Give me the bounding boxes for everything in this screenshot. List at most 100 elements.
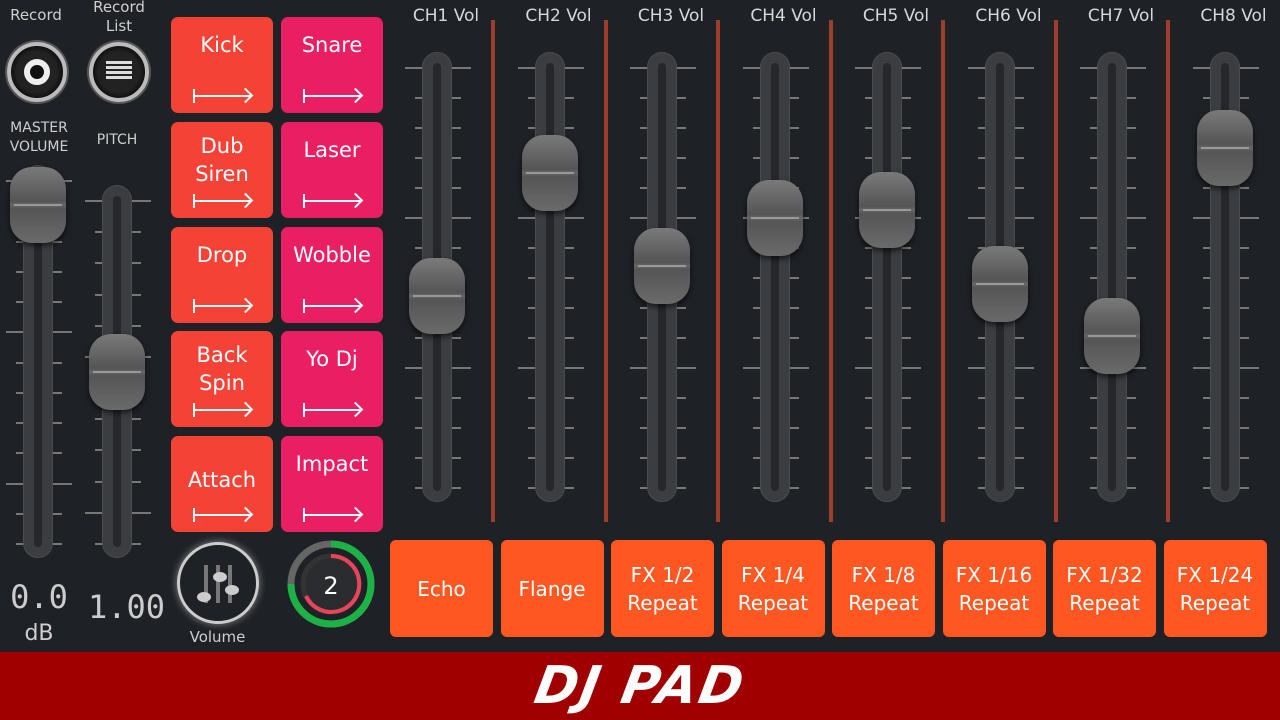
- arrow-right-icon: [193, 194, 251, 208]
- record-list-button[interactable]: [89, 42, 149, 102]
- fader-tick: [786, 367, 809, 369]
- pad-snare[interactable]: Snare: [281, 17, 383, 113]
- fader-tick: [1236, 217, 1259, 219]
- pad-drop[interactable]: Drop: [171, 227, 273, 323]
- fx-button[interactable]: FX 1/2 Repeat: [611, 540, 714, 637]
- master-volume-label: MASTER VOLUME: [9, 120, 69, 155]
- fx-label: FX 1/8 Repeat: [848, 562, 919, 615]
- record-icon: [24, 59, 50, 85]
- fader-knob[interactable]: [746, 179, 803, 256]
- channel-divider: [1166, 20, 1170, 522]
- counter-value: 2: [323, 572, 338, 600]
- arrow-right-icon: [303, 89, 361, 103]
- fader-tick: [1124, 67, 1146, 69]
- pad-label: Impact: [295, 452, 369, 476]
- arrow-right-icon: [303, 508, 361, 522]
- fx-button[interactable]: FX 1/4 Repeat: [721, 540, 825, 637]
- fx-label: FX 1/2 Repeat: [627, 562, 698, 615]
- ch1-volume-fader[interactable]: [387, 52, 487, 502]
- pad-dub-siren[interactable]: Dub Siren: [171, 122, 273, 218]
- fx-button[interactable]: FX 1/24 Repeat: [1163, 540, 1267, 637]
- volume-button[interactable]: [177, 542, 259, 624]
- ch6-volume-fader[interactable]: [950, 52, 1050, 502]
- channel-divider: [603, 20, 608, 522]
- fx-button[interactable]: FX 1/16 Repeat: [942, 540, 1046, 637]
- fader-track: [872, 52, 902, 502]
- fader-tick: [674, 367, 696, 369]
- ch4-volume-fader[interactable]: [725, 52, 825, 502]
- fader-knob[interactable]: [1084, 298, 1140, 375]
- fx-label: FX 1/16 Repeat: [955, 562, 1033, 615]
- dj-pad-logo: DJ PAD: [530, 656, 750, 716]
- channel-divider: [941, 20, 945, 522]
- fader-tick: [129, 200, 151, 202]
- pad-yo-dj[interactable]: Yo Dj: [281, 331, 383, 427]
- arrow-right-icon: [193, 403, 251, 417]
- pad-back-spin[interactable]: Back Spin: [171, 331, 273, 427]
- pad-wobble[interactable]: Wobble: [281, 227, 383, 323]
- volume-label: Volume: [189, 628, 246, 646]
- fader-knob[interactable]: [521, 135, 578, 212]
- channel-label: CH3 Vol: [637, 6, 705, 26]
- fx-button[interactable]: FX 1/32 Repeat: [1053, 540, 1156, 637]
- pad-label: Dub Siren: [195, 134, 249, 186]
- channel-label: CH6 Vol: [975, 6, 1042, 26]
- channel-label: CH1 Vol: [412, 6, 480, 26]
- pad-attach[interactable]: Attach: [171, 436, 273, 532]
- pitch-fader[interactable]: [67, 185, 167, 558]
- pitch-value: 1.00: [88, 588, 166, 626]
- arrow-right-icon: [193, 89, 251, 103]
- fader-tick: [1236, 67, 1259, 69]
- fader-tick: [899, 67, 921, 69]
- arrow-right-icon: [193, 508, 251, 522]
- channel-label: CH7 Vol: [1087, 6, 1155, 26]
- ch5-volume-fader[interactable]: [837, 52, 937, 502]
- pad-label: Yo Dj: [306, 347, 358, 371]
- channel-label: CH8 Vol: [1200, 6, 1267, 26]
- pad-label: Attach: [187, 468, 257, 492]
- ch8-volume-fader[interactable]: [1175, 52, 1275, 502]
- pad-impact[interactable]: Impact: [281, 436, 383, 532]
- fader-knob[interactable]: [409, 257, 465, 334]
- pad-kick[interactable]: Kick: [171, 17, 273, 113]
- fader-knob[interactable]: [971, 246, 1028, 323]
- pad-laser[interactable]: Laser: [281, 122, 383, 218]
- channel-divider: [716, 20, 720, 522]
- channel-label: CH5 Vol: [862, 6, 930, 26]
- fader-tick: [1236, 367, 1259, 369]
- arrow-right-icon: [303, 299, 361, 313]
- master-db-value: 0.0: [10, 578, 68, 616]
- pad-label: Laser: [303, 138, 361, 162]
- fader-knob[interactable]: [10, 167, 66, 243]
- ch3-volume-fader[interactable]: [612, 52, 712, 502]
- ch2-volume-fader[interactable]: [500, 52, 600, 502]
- fader-knob[interactable]: [634, 227, 690, 304]
- fader-tick: [1011, 367, 1034, 369]
- fader-tick: [674, 217, 696, 219]
- pad-label: Kick: [200, 33, 244, 57]
- fader-tick: [129, 511, 151, 514]
- ch7-volume-fader[interactable]: [1062, 52, 1162, 502]
- record-button[interactable]: [7, 42, 67, 102]
- fader-tick: [899, 367, 921, 369]
- channel-label: CH2 Vol: [525, 6, 592, 26]
- fader-knob[interactable]: [1196, 109, 1253, 186]
- fx-label: FX 1/32 Repeat: [1066, 562, 1143, 615]
- fx-button[interactable]: FX 1/8 Repeat: [832, 540, 935, 637]
- fader-tick: [561, 367, 584, 369]
- channel-divider: [828, 20, 833, 522]
- fader-knob[interactable]: [859, 172, 915, 249]
- arrow-right-icon: [303, 403, 361, 417]
- record-label: Record: [10, 6, 62, 24]
- pad-label: Drop: [196, 243, 248, 267]
- fader-tick: [1011, 217, 1034, 219]
- sliders-icon: [197, 565, 239, 603]
- fx-label: Echo: [417, 576, 466, 601]
- fader-knob[interactable]: [89, 333, 145, 410]
- fx-button[interactable]: Echo: [390, 540, 493, 637]
- fader-tick: [561, 217, 584, 219]
- fx-button[interactable]: Flange: [500, 540, 604, 637]
- counter-dial[interactable]: 2: [285, 538, 377, 630]
- pad-label: Back Spin: [196, 343, 248, 395]
- fader-tick: [449, 217, 471, 219]
